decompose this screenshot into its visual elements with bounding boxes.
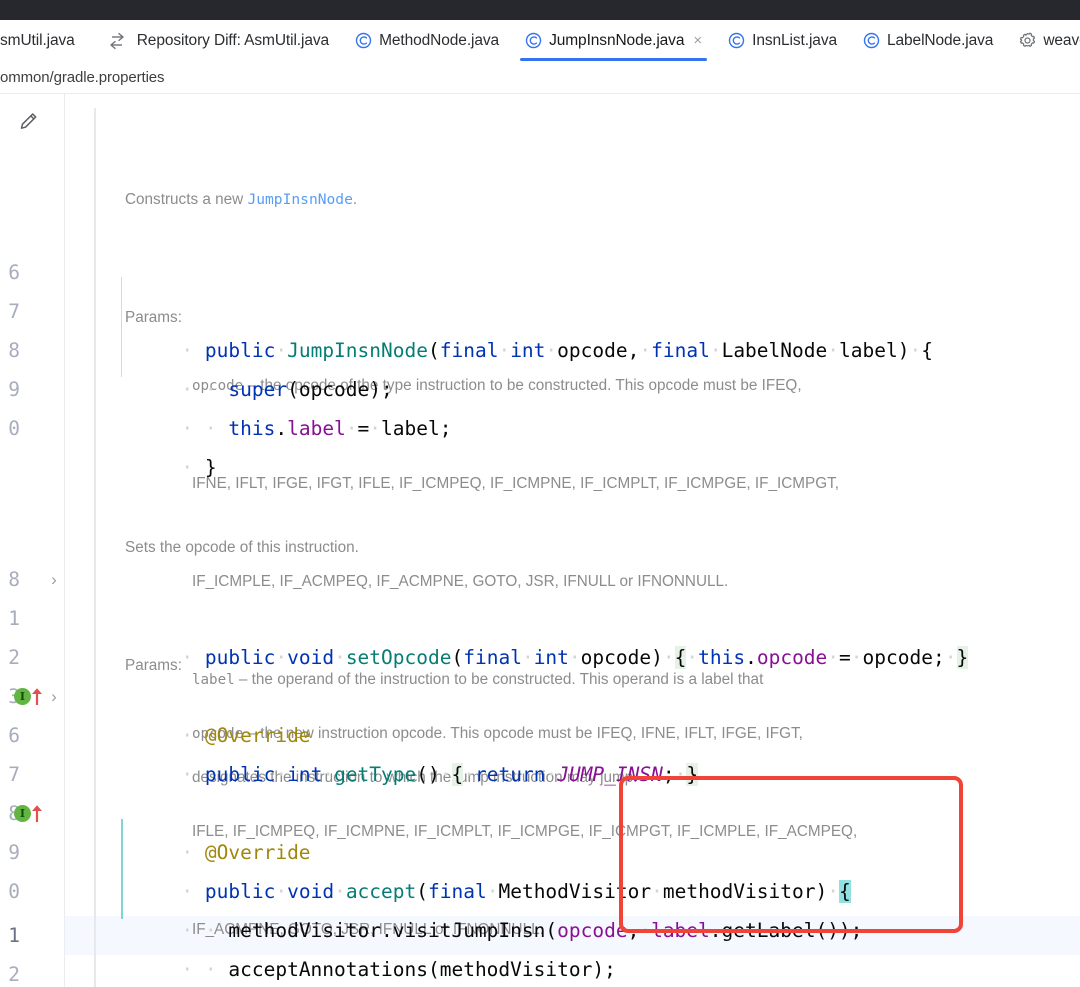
line-number: 2 (8, 963, 20, 986)
whitespace-dots: · · (181, 417, 229, 440)
keyword-this: this (228, 417, 276, 440)
javadoc-type-link[interactable]: JumpInsnNode (247, 191, 352, 208)
java-class-icon (863, 32, 880, 49)
implementation-marker-icon[interactable]: I (14, 688, 31, 705)
code-content[interactable]: Constructs a new JumpInsnNode. Params: o… (64, 94, 1080, 987)
code-line[interactable]: · · super(opcode); (64, 292, 1080, 401)
line-number: 6 (8, 261, 20, 284)
arg-methodvisitor: methodVisitor (439, 958, 593, 981)
tab-label: JumpInsnNode.java (549, 31, 685, 49)
code-fold-arrow[interactable]: › (46, 560, 62, 599)
java-class-icon (728, 32, 745, 49)
close-icon[interactable]: × (693, 33, 702, 48)
code-line[interactable]: · @Override (64, 638, 1080, 747)
line-number: 7 (8, 763, 20, 786)
line-number: 2 (8, 646, 20, 669)
implementation-marker-icon[interactable]: I (14, 805, 31, 822)
line-number: 1 (8, 607, 20, 630)
tab-label: Repository Diff: AsmUtil.java (136, 31, 330, 49)
tab-jumpinsnnode-java[interactable]: JumpInsnNode.java × (512, 20, 715, 61)
tab-methodnode-java[interactable]: MethodNode.java (342, 20, 512, 61)
code-fold-arrow[interactable]: › (46, 677, 62, 716)
javadoc-summary: Sets the opcode of this instruction. (125, 539, 359, 556)
line-number: 9 (8, 841, 20, 864)
java-class-icon (525, 32, 542, 49)
javadoc-summary-suffix: . (352, 191, 358, 208)
code-line[interactable]: · public·void·setOpcode(final·int·opcode… (64, 560, 1080, 669)
window-title-strip (0, 0, 1080, 20)
breadcrumb[interactable]: ommon/gradle.properties (0, 61, 1080, 94)
tab-label: smUtil.java (0, 31, 75, 49)
line-number: 6 (8, 724, 20, 747)
gutter-annotations: 6 7 8 9 0 8 › 1 2 3 I › 6 7 8 I (0, 94, 64, 987)
whitespace-dots: · · (181, 958, 229, 981)
code-line[interactable]: · public·int·getType()·{·return·JUMP_INS… (64, 677, 1080, 786)
line-number: 9 (8, 378, 20, 401)
code-line[interactable]: · · methodVisitor.visitJumpInsn(opcode,·… (64, 833, 1080, 942)
tab-label: InsnList.java (752, 31, 837, 49)
tab-weaver[interactable]: weaver/ (1006, 20, 1080, 61)
override-arrow-icon[interactable] (30, 803, 44, 823)
line-number: 7 (8, 300, 20, 323)
javadoc-summary-prefix: Constructs a new (125, 191, 248, 208)
editor-tab-bar: smUtil.java Repository Diff: AsmUtil.jav… (0, 20, 1080, 62)
field-label: label (287, 417, 346, 440)
punct: ); (592, 958, 616, 981)
tab-insnlist-java[interactable]: InsnList.java (715, 20, 850, 61)
code-editor[interactable]: 6 7 8 9 0 8 › 1 2 3 I › 6 7 8 I (0, 94, 1080, 987)
tab-label: LabelNode.java (886, 31, 994, 49)
code-line[interactable]: · · this.label·=·label; (64, 331, 1080, 440)
call-acceptannotations: acceptAnnotations (228, 958, 428, 981)
operator-assign: = (357, 417, 370, 440)
code-line[interactable]: · public·void·accept(final·MethodVisitor… (64, 794, 1080, 903)
javadoc-param-desc: – the new instruction opcode. This opcod… (247, 725, 803, 742)
code-line[interactable]: · } (64, 370, 1080, 479)
var-label: label (381, 417, 440, 440)
tab-label: weaver/ (1043, 31, 1080, 49)
line-number: 1 (8, 924, 20, 947)
javadoc-summary: Constructs a new JumpInsnNode. (125, 190, 894, 210)
line-number: 0 (8, 417, 20, 440)
gear-icon (1019, 32, 1036, 49)
override-arrow-icon[interactable] (30, 686, 44, 706)
whitespace-dot: · (369, 417, 382, 440)
diff-icon (110, 32, 130, 50)
java-class-icon (355, 32, 372, 49)
tab-repository-diff-asmutil-java[interactable]: Repository Diff: AsmUtil.java (88, 20, 342, 61)
line-number: 0 (8, 880, 20, 903)
tab-label: MethodNode.java (379, 31, 500, 49)
tab-asmutil-java[interactable]: smUtil.java (0, 20, 88, 61)
code-line[interactable]: · · acceptAnnotations(methodVisitor); (64, 872, 1080, 981)
ide-editor-window: smUtil.java Repository Diff: AsmUtil.jav… (0, 0, 1080, 987)
tab-labelnode-java[interactable]: LabelNode.java (850, 20, 1006, 61)
punct: ( (427, 958, 440, 981)
code-line[interactable]: · public·JumpInsnNode(final·int·opcode,·… (64, 253, 1080, 362)
line-number: 8 (8, 339, 20, 362)
annotation-override: @Override (204, 724, 311, 747)
code-line[interactable]: · @Override (64, 755, 1080, 864)
whitespace-dot: · (345, 417, 358, 440)
code-line-current[interactable]: · } (64, 916, 1080, 955)
breadcrumb-path: ommon/gradle.properties (0, 68, 165, 86)
punct: ; (439, 417, 452, 440)
punct: . (275, 417, 288, 440)
